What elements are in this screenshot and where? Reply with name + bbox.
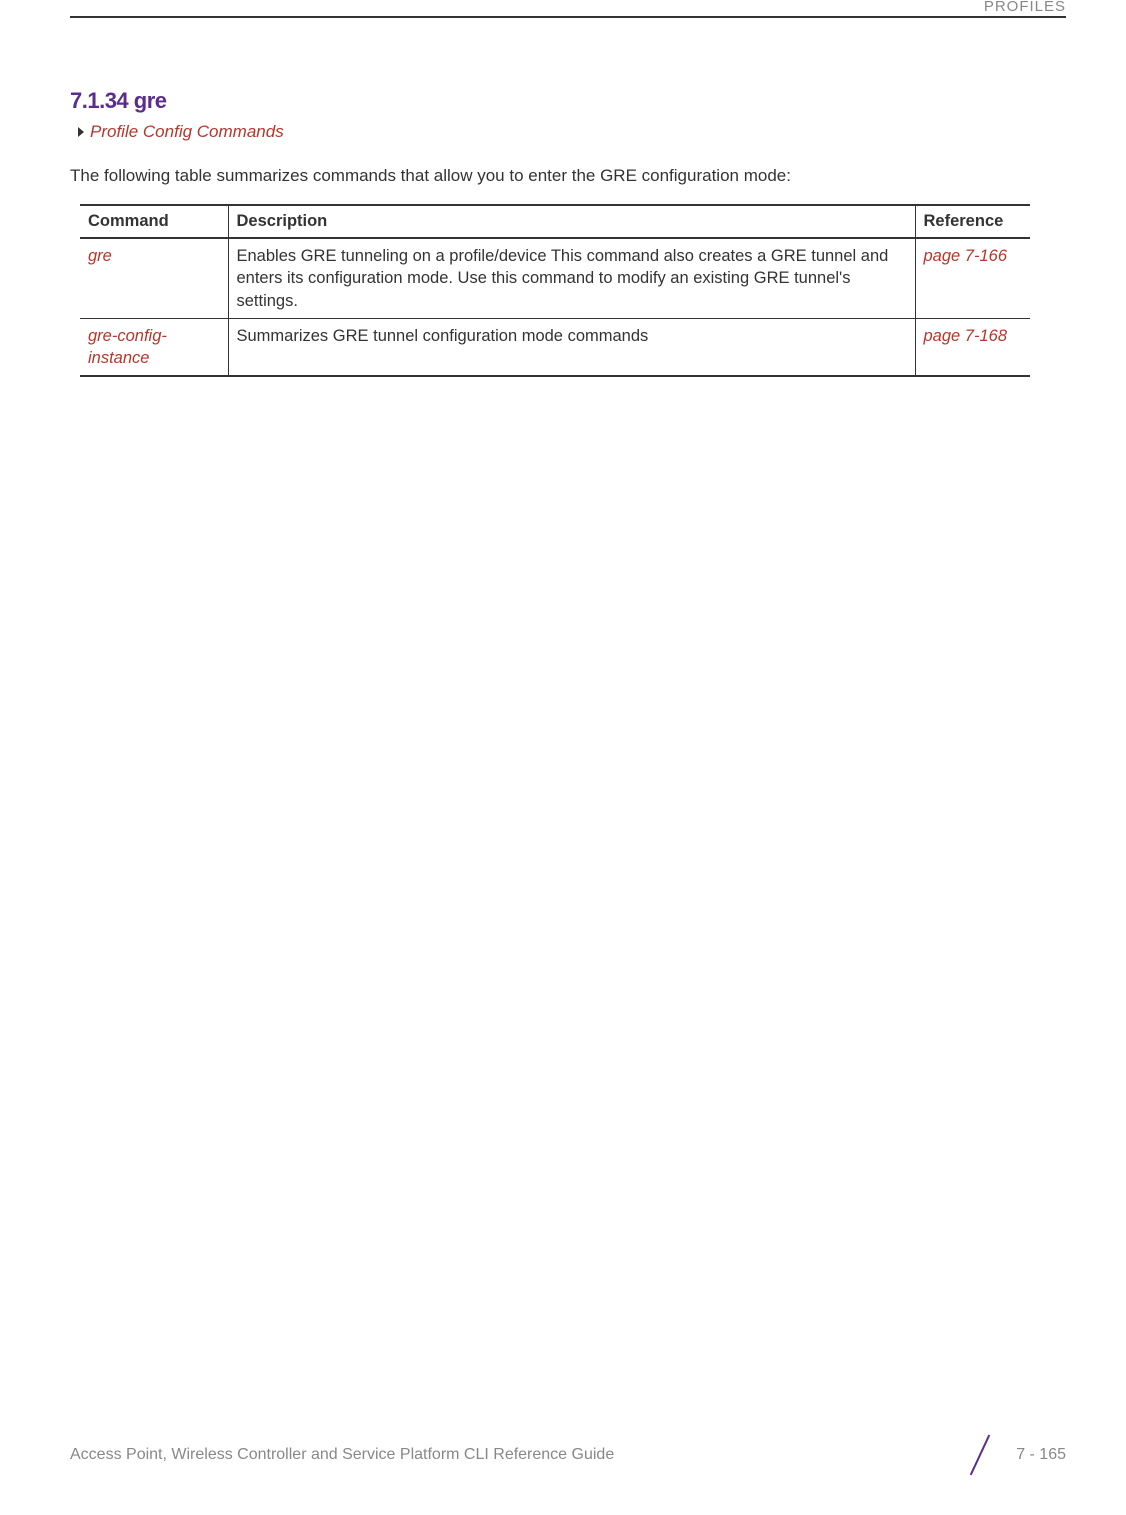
reference-link[interactable]: page 7-168 xyxy=(924,327,1008,345)
table-cell-description: Summarizes GRE tunnel configuration mode… xyxy=(228,318,915,376)
footer-slash-icon xyxy=(954,1435,1004,1475)
table-cell-reference: page 7-168 xyxy=(915,318,1030,376)
command-link[interactable]: gre xyxy=(88,247,112,265)
table-header-description: Description xyxy=(228,205,915,238)
table-cell-command: gre-config-instance xyxy=(80,318,228,376)
command-link[interactable]: gre-config-instance xyxy=(88,327,167,367)
page-content: 7.1.34 gre Profile Config Commands The f… xyxy=(0,18,1126,377)
section-heading: 7.1.34 gre xyxy=(70,88,1051,114)
table-cell-description: Enables GRE tunneling on a profile/devic… xyxy=(228,238,915,318)
breadcrumb-link[interactable]: Profile Config Commands xyxy=(90,122,284,142)
table-row: gre-config-instance Summarizes GRE tunne… xyxy=(80,318,1030,376)
table-cell-reference: page 7-166 xyxy=(915,238,1030,318)
page-header: PROFILES xyxy=(70,0,1066,18)
table-header-row: Command Description Reference xyxy=(80,205,1030,238)
table-row: gre Enables GRE tunneling on a profile/d… xyxy=(80,238,1030,318)
page-footer: Access Point, Wireless Controller and Se… xyxy=(70,1435,1066,1475)
section-intro: The following table summarizes commands … xyxy=(70,166,1051,186)
reference-link[interactable]: page 7-166 xyxy=(924,247,1008,265)
footer-document-title: Access Point, Wireless Controller and Se… xyxy=(70,1446,942,1464)
breadcrumb: Profile Config Commands xyxy=(78,122,1051,142)
table-header-command: Command xyxy=(80,205,228,238)
table-cell-command: gre xyxy=(80,238,228,318)
table-header-reference: Reference xyxy=(915,205,1030,238)
footer-page-number: 7 - 165 xyxy=(1016,1446,1066,1464)
command-table: Command Description Reference gre Enable… xyxy=(80,204,1030,377)
header-section-label: PROFILES xyxy=(984,0,1066,15)
breadcrumb-arrow-icon xyxy=(78,127,84,137)
